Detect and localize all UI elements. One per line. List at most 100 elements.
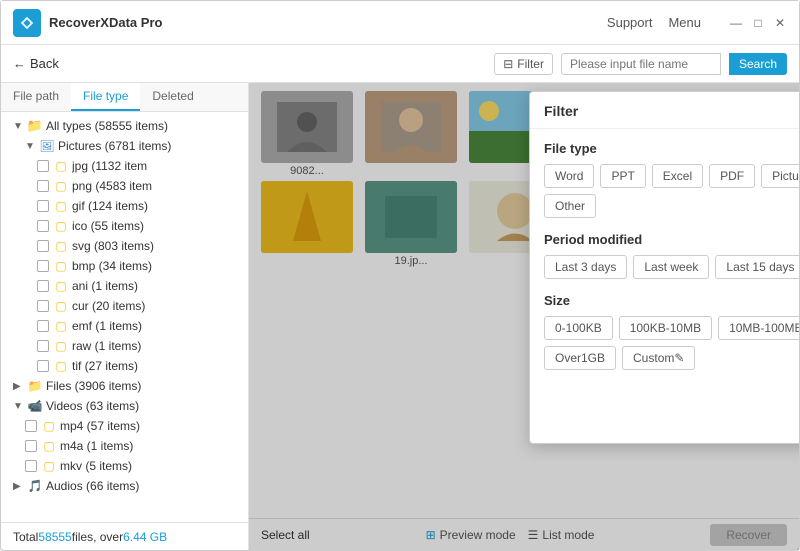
search-button[interactable]: Search <box>729 53 787 75</box>
tree-item-jpg[interactable]: ▢ jpg (1132 item <box>1 156 248 176</box>
tree-item-audios[interactable]: ▶ 🎵 Audios (66 items) <box>1 476 248 496</box>
tree-label-files: Files (3906 items) <box>46 379 141 393</box>
tree-item-ani[interactable]: ▢ ani (1 items) <box>1 276 248 296</box>
checkbox-m4a[interactable] <box>25 440 37 452</box>
period-chip[interactable]: Last week <box>633 255 709 279</box>
tree-label-tif: tif (27 items) <box>72 359 138 373</box>
checkbox-svg[interactable] <box>37 240 49 252</box>
file-type-chip[interactable]: Word <box>544 164 594 188</box>
tree-item-png[interactable]: ▢ png (4583 item <box>1 176 248 196</box>
file-type-chip[interactable]: PDF <box>709 164 755 188</box>
checkbox-mkv[interactable] <box>25 460 37 472</box>
checkbox-jpg[interactable] <box>37 160 49 172</box>
tree-item-mkv[interactable]: ▢ mkv (5 items) <box>1 456 248 476</box>
checkbox-raw[interactable] <box>37 340 49 352</box>
close-button[interactable]: ✕ <box>773 16 787 30</box>
period-chip[interactable]: Last 3 days <box>544 255 627 279</box>
video-icon: 📹 <box>27 398 43 414</box>
file-type-chip[interactable]: Excel <box>652 164 703 188</box>
checkbox-ico[interactable] <box>37 220 49 232</box>
tree-item-videos[interactable]: ▼ 📹 Videos (63 items) <box>1 396 248 416</box>
file-icon-cur: ▢ <box>53 298 69 314</box>
checkbox-ani[interactable] <box>37 280 49 292</box>
tree-item-m4a[interactable]: ▢ m4a (1 items) <box>1 436 248 456</box>
tree-label-svg: svg (803 items) <box>72 239 154 253</box>
tree-item-raw[interactable]: ▢ raw (1 items) <box>1 336 248 356</box>
checkbox-cur[interactable] <box>37 300 49 312</box>
support-link[interactable]: Support <box>607 15 653 30</box>
search-input[interactable] <box>561 53 721 75</box>
size-chips: 0-100KB100KB-10MB10MB-100MB100MB-1GBOver… <box>544 316 799 370</box>
tree-item-pictures[interactable]: ▼ 🖼 Pictures (6781 items) <box>1 136 248 156</box>
tree-label-pictures: Pictures (6781 items) <box>58 139 171 153</box>
checkbox-emf[interactable] <box>37 320 49 332</box>
tree-item-cur[interactable]: ▢ cur (20 items) <box>1 296 248 316</box>
file-icon-ico: ▢ <box>53 218 69 234</box>
tree-label-bmp: bmp (34 items) <box>72 259 152 273</box>
tree-item-emf[interactable]: ▢ emf (1 items) <box>1 316 248 336</box>
filter-modal: Filter × File type WordPPTExcelPDFPictur… <box>529 91 799 444</box>
file-tree: ▼ 📁 All types (58555 items) ▼ 🖼 Pictures… <box>1 112 248 522</box>
picture-icon: 🖼 <box>39 138 55 154</box>
nav-bar: ← Back ⊟ Filter Search <box>1 45 799 83</box>
tab-file-type[interactable]: File type <box>71 83 140 111</box>
title-bar: RecoverXData Pro Support Menu — □ ✕ <box>1 1 799 45</box>
app-window: RecoverXData Pro Support Menu — □ ✕ ← Ba… <box>0 0 800 551</box>
period-chips: Last 3 daysLast weekLast 15 daysLast mon… <box>544 255 799 279</box>
tree-label-all: All types (58555 items) <box>46 119 168 133</box>
tree-label-png: png (4583 item <box>72 179 152 193</box>
tree-item-mp4[interactable]: ▢ mp4 (57 items) <box>1 416 248 436</box>
tab-deleted[interactable]: Deleted <box>140 83 205 111</box>
checkbox-png[interactable] <box>37 180 49 192</box>
file-icon-tif: ▢ <box>53 358 69 374</box>
tree-label-ani: ani (1 items) <box>72 279 138 293</box>
filter-icon: ⊟ <box>503 57 513 71</box>
window-buttons: — □ ✕ <box>729 16 787 30</box>
tree-item-tif[interactable]: ▢ tif (27 items) <box>1 356 248 376</box>
menu-link[interactable]: Menu <box>668 15 701 30</box>
file-type-chip[interactable]: PPT <box>600 164 645 188</box>
file-icon-jpg: ▢ <box>53 158 69 174</box>
maximize-button[interactable]: □ <box>751 16 765 30</box>
tree-label-mp4: mp4 (57 items) <box>60 419 140 433</box>
modal-header: Filter × <box>530 92 799 129</box>
minimize-button[interactable]: — <box>729 16 743 30</box>
size-chip[interactable]: 100KB-10MB <box>619 316 712 340</box>
tree-arrow-audios: ▶ <box>13 481 27 492</box>
file-type-chip[interactable]: Picture <box>761 164 799 188</box>
tree-item-gif[interactable]: ▢ gif (124 items) <box>1 196 248 216</box>
modal-overlay: Filter × File type WordPPTExcelPDFPictur… <box>249 83 799 550</box>
file-type-chip[interactable]: Other <box>544 194 596 218</box>
tree-arrow-all: ▼ <box>13 121 27 132</box>
file-icon-mkv: ▢ <box>41 458 57 474</box>
checkbox-bmp[interactable] <box>37 260 49 272</box>
filter-button[interactable]: ⊟ Filter <box>494 53 553 75</box>
size-chip[interactable]: 0-100KB <box>544 316 613 340</box>
tree-item-files[interactable]: ▶ 📁 Files (3906 items) <box>1 376 248 396</box>
checkbox-gif[interactable] <box>37 200 49 212</box>
custom-size-chip[interactable]: Custom✎ <box>622 346 695 370</box>
tree-item-bmp[interactable]: ▢ bmp (34 items) <box>1 256 248 276</box>
size-chip[interactable]: Over1GB <box>544 346 616 370</box>
checkbox-tif[interactable] <box>37 360 49 372</box>
folder-icon-files: 📁 <box>27 378 43 394</box>
file-icon-svg: ▢ <box>53 238 69 254</box>
back-button[interactable]: ← Back <box>13 56 494 71</box>
file-icon-mp4: ▢ <box>41 418 57 434</box>
tree-label-gif: gif (124 items) <box>72 199 148 213</box>
tree-item-ico[interactable]: ▢ ico (55 items) <box>1 216 248 236</box>
modal-footer: OK <box>530 396 799 443</box>
tree-label-ico: ico (55 items) <box>72 219 144 233</box>
size-chip[interactable]: 10MB-100MB <box>718 316 799 340</box>
modal-body: File type WordPPTExcelPDFPictureAudioVid… <box>530 129 799 396</box>
title-bar-controls: Support Menu — □ ✕ <box>607 15 787 30</box>
checkbox-mp4[interactable] <box>25 420 37 432</box>
file-icon-png: ▢ <box>53 178 69 194</box>
tree-label-mkv: mkv (5 items) <box>60 459 132 473</box>
size-section-title: Size <box>544 293 799 308</box>
tree-item-svg[interactable]: ▢ svg (803 items) <box>1 236 248 256</box>
tree-label-cur: cur (20 items) <box>72 299 145 313</box>
period-chip[interactable]: Last 15 days <box>715 255 799 279</box>
tab-file-path[interactable]: File path <box>1 83 71 111</box>
tree-item-all[interactable]: ▼ 📁 All types (58555 items) <box>1 116 248 136</box>
